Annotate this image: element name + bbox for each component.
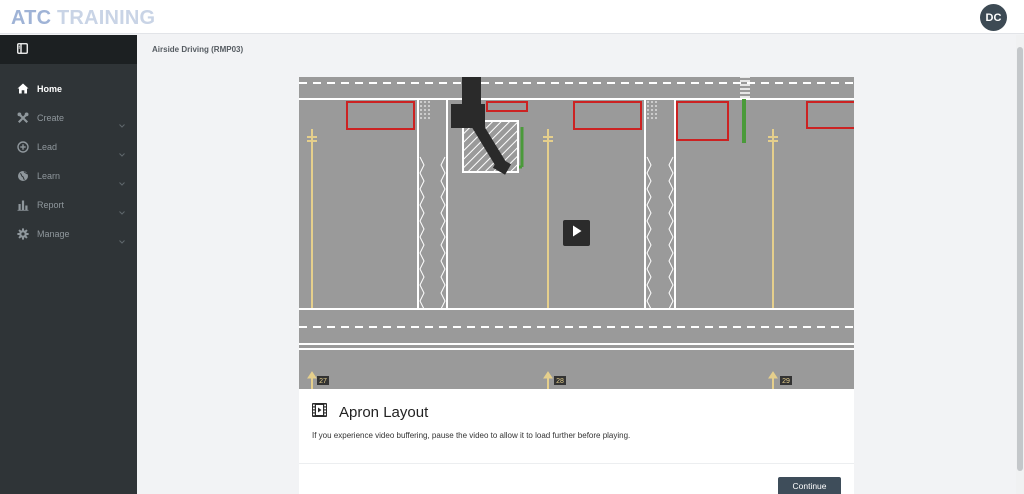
sidebar-item-label: Learn (37, 170, 61, 181)
lesson-title: Apron Layout (339, 404, 429, 421)
sidebar-header (0, 35, 137, 64)
chevron-down-icon (119, 231, 125, 249)
lesson-header: Apron Layout (312, 403, 428, 422)
globe-icon (17, 170, 29, 182)
avatar-initials: DC (985, 11, 1002, 24)
sidebar-item-lead[interactable]: Lead (0, 132, 137, 161)
sidebar-item-label: Manage (37, 228, 70, 239)
lesson-card: 27 28 29 Apron Layout If you experience … (299, 76, 858, 494)
sidebar-item-label: Home (37, 83, 63, 94)
tools-icon (17, 112, 29, 124)
sidebar-item-manage[interactable]: Manage (0, 219, 137, 248)
continue-button[interactable]: Continue (778, 477, 841, 494)
page-title: Airside Driving (RMP03) (152, 45, 244, 54)
stand-number: 28 (556, 378, 564, 385)
play-button[interactable] (563, 220, 590, 246)
stand-number: 29 (782, 378, 790, 385)
sidebar-item-learn[interactable]: Learn (0, 161, 137, 190)
lesson-description: If you experience video buffering, pause… (312, 431, 631, 440)
chevron-down-icon (119, 202, 125, 220)
stand-number: 27 (319, 378, 327, 385)
video-player[interactable]: 27 28 29 (299, 76, 858, 389)
sidebar-item-home[interactable]: Home (0, 74, 137, 103)
chevron-down-icon (119, 173, 125, 191)
sidebar-nav: Home Create Lead Learn Report Manage (0, 64, 137, 248)
logo-secondary: TRAINING (57, 7, 156, 29)
chevron-down-icon (119, 115, 125, 133)
bar-chart-icon (17, 199, 29, 211)
divider (299, 463, 854, 464)
sidebar-item-label: Report (37, 199, 65, 210)
sidebar-item-report[interactable]: Report (0, 190, 137, 219)
logo-primary: ATC (11, 7, 52, 29)
sidebar-toggle-icon[interactable] (17, 41, 28, 59)
page-scrollbar[interactable] (1016, 35, 1024, 494)
sidebar-item-label: Lead (37, 141, 58, 152)
top-bar: ATC TRAINING DC (0, 0, 1024, 34)
app-logo[interactable]: ATC TRAINING (11, 6, 155, 30)
chevron-down-icon (119, 144, 125, 162)
sidebar-item-create[interactable]: Create (0, 103, 137, 132)
plus-circle-icon (17, 140, 29, 153)
user-avatar[interactable]: DC (980, 4, 1007, 31)
sidebar-item-label: Create (37, 112, 65, 123)
gear-icon (17, 227, 29, 240)
film-icon (312, 403, 327, 422)
sidebar: Home Create Lead Learn Report Manage (0, 35, 137, 494)
home-icon (17, 83, 29, 95)
play-icon (572, 224, 582, 242)
scrollbar-thumb[interactable] (1017, 47, 1023, 471)
